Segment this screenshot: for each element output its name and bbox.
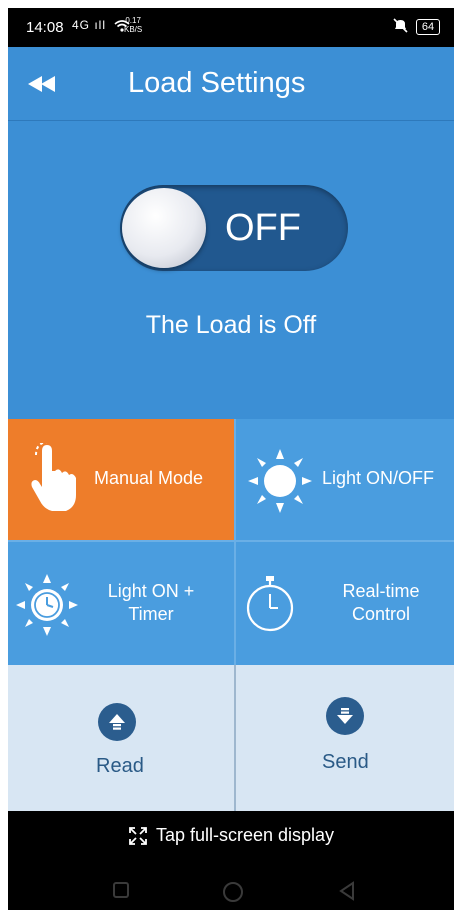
light-on-off-button[interactable]: Light ON/OFF [234, 419, 454, 540]
grid-divider-horizontal [8, 540, 454, 542]
mode-label-light-timer-text: Light ON + Timer [107, 581, 195, 624]
back-button[interactable] [28, 69, 68, 99]
system-bottom-bar: Tap full-screen display [8, 811, 454, 910]
status-time: 14:08 [26, 19, 64, 36]
load-toggle-switch[interactable]: OFF [120, 185, 348, 271]
mode-label-light-timer: Light ON + Timer [96, 580, 206, 626]
page-title: Load Settings [128, 67, 306, 99]
app-header: Load Settings [8, 47, 454, 120]
download-icon [326, 697, 364, 735]
double-left-arrow-icon [28, 76, 55, 92]
real-time-control-button[interactable]: Real-time Control [234, 542, 454, 665]
load-status-text: The Load is Off [145, 311, 317, 339]
status-bar: 14:08 4G ıll 0.17 KB/S 64 [8, 8, 454, 47]
fullscreen-label: Tap full-screen display [155, 825, 335, 845]
grid-divider-vertical [234, 419, 236, 665]
send-label: Send [322, 751, 369, 773]
upload-icon [98, 703, 136, 741]
recent-apps-icon[interactable] [112, 881, 130, 905]
network-speed: 0.17 KB/S [124, 16, 142, 34]
mode-grid: Manual Mode Light ON/OFF Light ON + Time… [8, 419, 454, 665]
read-button[interactable]: Read [8, 665, 234, 811]
mode-label-real-time: Real-time Control [326, 580, 436, 626]
battery-indicator: 64 [416, 19, 440, 35]
sun-icon [248, 449, 312, 513]
stopwatch-icon [246, 576, 294, 632]
manual-mode-button[interactable]: Manual Mode [8, 419, 234, 540]
load-panel: OFF The Load is Off [8, 121, 454, 419]
signal-text: 4G ıll [72, 18, 107, 32]
back-nav-icon[interactable] [338, 881, 356, 907]
signal-icon: 4G ıll [72, 18, 130, 32]
home-icon[interactable] [222, 881, 244, 909]
network-speed-value: 0.17 [125, 16, 141, 25]
toggle-knob[interactable] [122, 188, 206, 268]
mode-label-manual: Manual Mode [94, 468, 204, 488]
light-on-timer-button[interactable]: Light ON + Timer [8, 542, 234, 665]
fullscreen-button[interactable]: Tap full-screen display [8, 825, 454, 846]
mute-icon [393, 18, 408, 36]
network-speed-unit: KB/S [124, 25, 143, 34]
mode-label-real-time-text: Real-time Control [342, 581, 420, 624]
expand-icon [129, 826, 147, 845]
read-label: Read [96, 755, 144, 777]
status-right: 64 [393, 18, 440, 36]
send-button[interactable]: Send [236, 665, 454, 811]
hand-tap-icon [31, 443, 76, 511]
toggle-state-label: OFF [225, 207, 301, 249]
sun-clock-icon [16, 574, 78, 636]
action-bar: Read Send [8, 665, 454, 811]
mode-label-light-on-off: Light ON/OFF [322, 468, 435, 488]
app-screen: 14:08 4G ıll 0.17 KB/S 64 Load Settings … [8, 8, 454, 910]
